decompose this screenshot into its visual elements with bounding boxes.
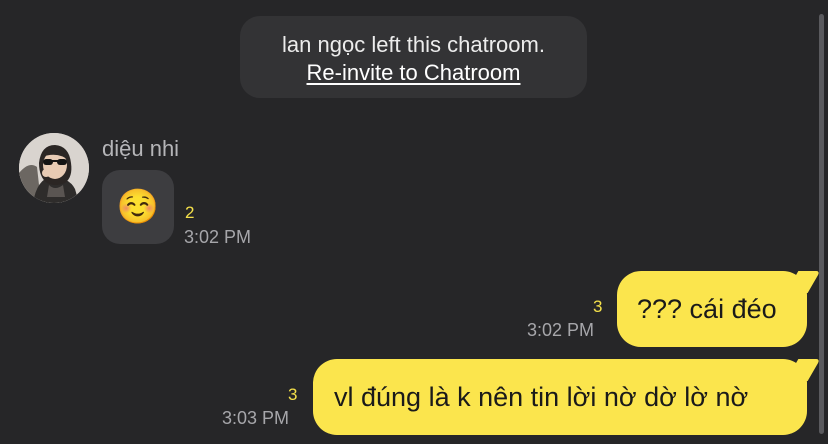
unread-count: 3 [288,385,298,404]
reinvite-link[interactable]: Re-invite to Chatroom [240,59,587,87]
system-notice: lan ngọc left this chatroom. Re-invite t… [240,16,587,98]
sender-name: diệu nhi [102,136,180,161]
message-time: 3:02 PM [527,320,595,340]
profile-photo [19,133,89,203]
chat-screen: lan ngọc left this chatroom. Re-invite t… [0,0,828,444]
outgoing-message-bubble[interactable]: vl đúng là k nên tin lời nờ dờ lờ nờ [313,359,821,435]
unread-count: 2 [185,203,195,222]
message-time: 3:02 PM [184,227,252,247]
message-text: ??? cái đéo [637,294,777,324]
incoming-message-bubble[interactable]: ☺️ [102,170,174,244]
scrollbar[interactable] [819,14,824,434]
message-time: 3:03 PM [222,408,290,428]
bubble-tail [785,271,821,293]
smiling-face-emoji: ☺️ [116,187,160,227]
message-text: vl đúng là k nên tin lời nờ dờ lờ nờ [334,382,749,412]
outgoing-message-bubble[interactable]: ??? cái đéo [617,271,821,347]
left-chatroom-text: lan ngọc left this chatroom. [282,32,545,57]
bubble-tail [785,359,821,381]
avatar[interactable] [19,133,89,203]
unread-count: 3 [593,297,603,316]
